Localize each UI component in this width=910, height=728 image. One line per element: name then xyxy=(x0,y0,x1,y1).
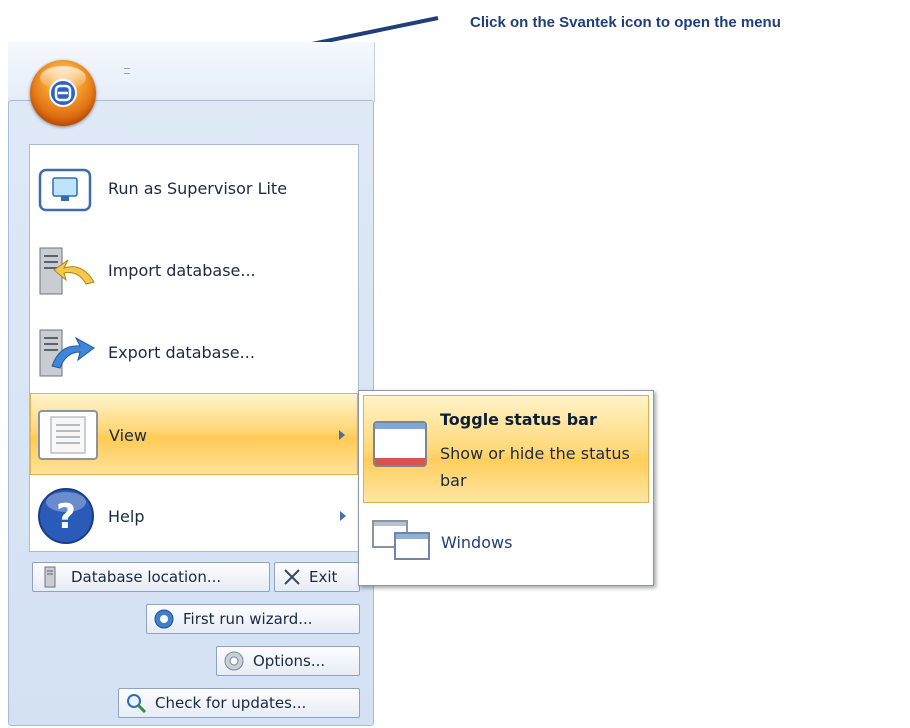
help-icon: ? xyxy=(38,488,94,544)
quick-access-separator xyxy=(124,68,130,74)
submenu-item-label: Windows xyxy=(441,533,513,552)
database-location-button[interactable]: Database location... xyxy=(32,562,270,592)
status-bar-window-icon xyxy=(373,421,427,467)
gear-icon xyxy=(224,651,244,671)
menu-item-label: Help xyxy=(108,507,145,526)
submenu-item-title: Toggle status bar xyxy=(440,410,597,429)
svantek-logo-icon xyxy=(49,79,77,107)
wizard-gear-icon xyxy=(154,609,174,629)
svantek-app-button[interactable] xyxy=(30,60,96,126)
menu-item-label: View xyxy=(109,426,147,445)
submenu-item-toggle-status-bar[interactable]: Toggle status bar Show or hide the statu… xyxy=(363,395,649,503)
monitor-icon xyxy=(38,168,92,212)
submenu-item-windows[interactable]: Windows xyxy=(363,505,649,581)
menu-item-run-supervisor-lite[interactable]: Run as Supervisor Lite xyxy=(30,147,358,229)
check-for-updates-button[interactable]: Check for updates... xyxy=(118,688,360,718)
options-button[interactable]: Options... xyxy=(216,646,360,676)
menu-item-import-database[interactable]: Import database... xyxy=(30,229,358,311)
first-run-wizard-button[interactable]: First run wizard... xyxy=(146,604,360,634)
submenu-arrow-icon xyxy=(340,511,346,521)
menu-item-label: Import database... xyxy=(108,261,256,280)
menu-item-export-database[interactable]: Export database... xyxy=(30,311,358,393)
menu-item-label: Export database... xyxy=(108,343,255,362)
close-icon xyxy=(284,569,300,585)
server-icon xyxy=(44,566,56,588)
submenu-item-description: Show or hide the status bar xyxy=(440,444,630,490)
view-submenu: Toggle status bar Show or hide the statu… xyxy=(358,390,654,586)
export-database-icon xyxy=(39,329,95,377)
svg-text:?: ? xyxy=(56,497,76,537)
menu-item-help[interactable]: ? Help xyxy=(30,475,358,557)
document-icon xyxy=(38,410,98,460)
magnifier-icon xyxy=(127,694,147,714)
menu-items-pane: Run as Supervisor Lite Import database..… xyxy=(29,144,359,552)
exit-button[interactable]: Exit xyxy=(274,562,360,592)
menu-item-label: Run as Supervisor Lite xyxy=(108,179,288,198)
submenu-arrow-icon xyxy=(339,430,345,440)
menu-item-view[interactable]: View xyxy=(30,393,358,475)
import-database-icon xyxy=(39,247,95,295)
windows-icon xyxy=(372,520,430,560)
